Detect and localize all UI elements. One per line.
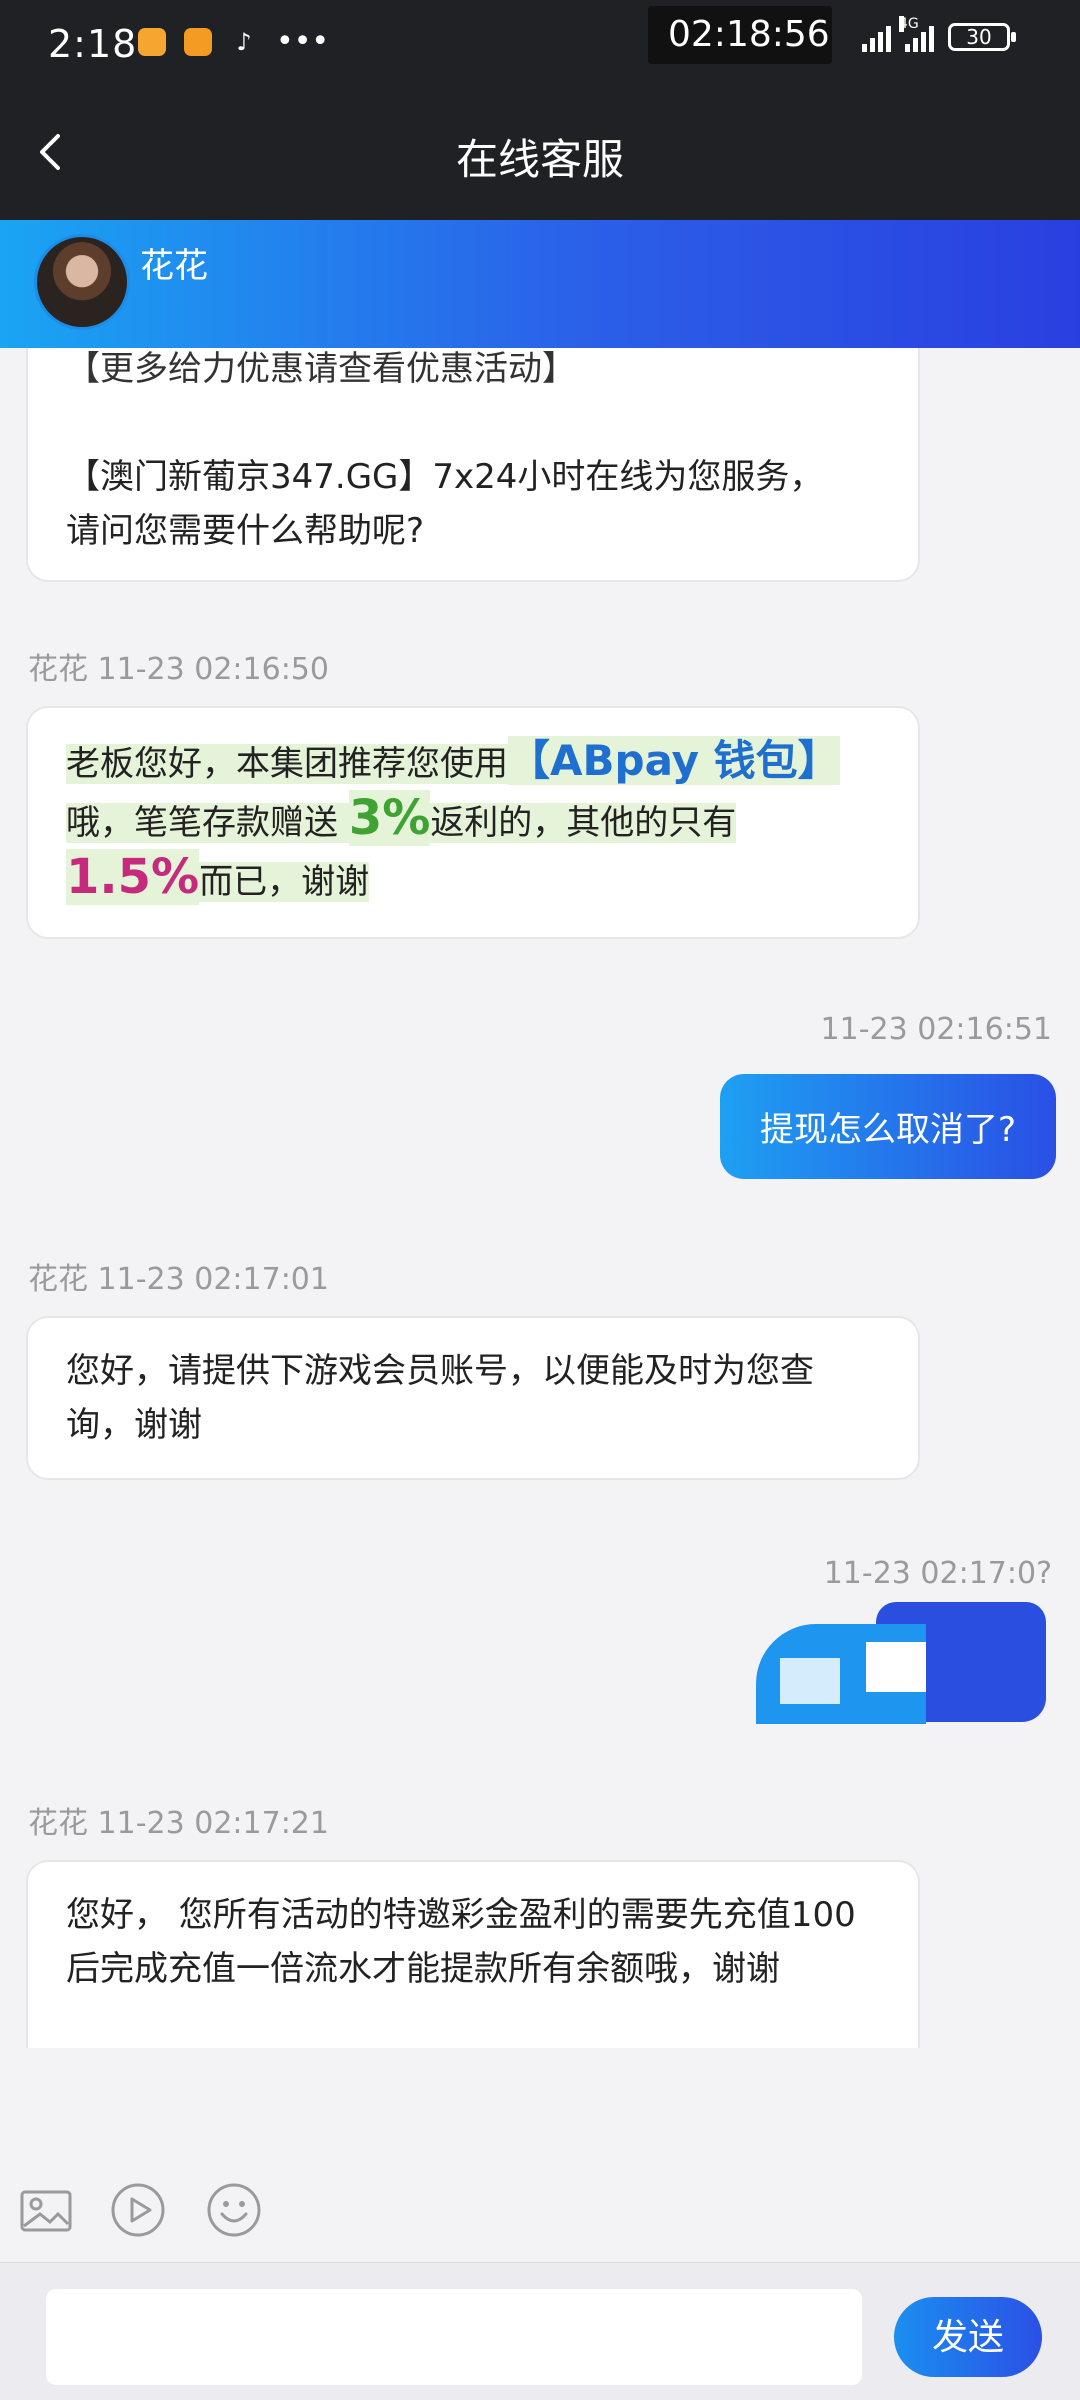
app-notification-icon	[138, 28, 166, 56]
user-message: 提现怎么取消了?	[719, 1074, 1056, 1179]
agent-message: 【更多给力优惠请查看优惠活动】 【澳门新葡京347.GG】7x24小时在线为您服…	[26, 348, 920, 582]
signal-icon	[862, 22, 891, 52]
message-line: 请问您需要什么帮助呢?	[66, 511, 425, 551]
image-icon[interactable]	[16, 2180, 76, 2240]
status-bar: 2:18 ♪ ••• 02:18:56 4G 30	[0, 0, 1080, 92]
message-timestamp: 花花 11-23 02:16:50	[28, 652, 329, 687]
input-bar: 发送	[0, 2262, 1080, 2400]
app-notification-icon	[184, 28, 212, 56]
message-text: 而已，谢谢	[199, 862, 370, 902]
signal-4g-icon: 4G	[899, 16, 934, 52]
navbar: 在线客服	[0, 92, 1080, 220]
overlay-clock: 02:18:56	[648, 6, 832, 64]
battery-icon: 30	[948, 23, 1016, 51]
message-text: 返利的，其他的只有	[430, 803, 737, 843]
message-timestamp: 11-23 02:16:51	[820, 1012, 1052, 1047]
smiley-icon[interactable]	[204, 2180, 264, 2240]
message-text: 老板您好，本集团推荐您使用	[66, 744, 508, 784]
chat-area[interactable]: 【更多给力优惠请查看优惠活动】 【澳门新葡京347.GG】7x24小时在线为您服…	[0, 348, 1080, 2048]
message-input[interactable]	[46, 2289, 862, 2385]
status-time: 2:18	[48, 22, 138, 66]
agent-message: 老板您好，本集团推荐您使用【ABpay 钱包】 哦，笔笔存款赠送 3%返利的，其…	[26, 706, 920, 939]
highlight-1-5-percent: 1.5%	[66, 849, 200, 905]
more-dots-icon: •••	[276, 24, 330, 59]
highlight-abpay: 【ABpay 钱包】	[508, 736, 840, 785]
status-right: 4G 30	[862, 16, 1016, 52]
message-timestamp: 11-23 02:17:0?	[823, 1556, 1052, 1591]
highlight-3-percent: 3%	[348, 790, 431, 846]
play-circle-icon[interactable]	[108, 2180, 168, 2240]
message-timestamp: 花花 11-23 02:17:21	[28, 1806, 329, 1841]
message-timestamp: 花花 11-23 02:17:01	[28, 1262, 329, 1297]
send-button[interactable]: 发送	[894, 2297, 1042, 2377]
agent-message: 您好，请提供下游戏会员账号，以便能及时为您查询，谢谢	[26, 1316, 920, 1480]
obscured-user-message	[756, 1602, 1056, 1732]
agent-name: 花花	[140, 246, 208, 286]
input-toolbar	[0, 2150, 1080, 2260]
avatar	[34, 234, 130, 330]
agent-bar: 花花	[0, 220, 1080, 348]
agent-message: 您好， 您所有活动的特邀彩金盈利的需要先充值100后完成充值一倍流水才能提款所有…	[26, 1860, 920, 2048]
message-text: 哦，笔笔存款赠送	[66, 803, 349, 843]
tiktok-icon: ♪	[236, 28, 252, 56]
notification-icons: ♪ •••	[138, 24, 330, 59]
page-title: 在线客服	[455, 135, 624, 184]
message-line: 【澳门新葡京347.GG】7x24小时在线为您服务，	[66, 457, 824, 497]
message-line: 【更多给力优惠请查看优惠活动】	[66, 349, 576, 389]
